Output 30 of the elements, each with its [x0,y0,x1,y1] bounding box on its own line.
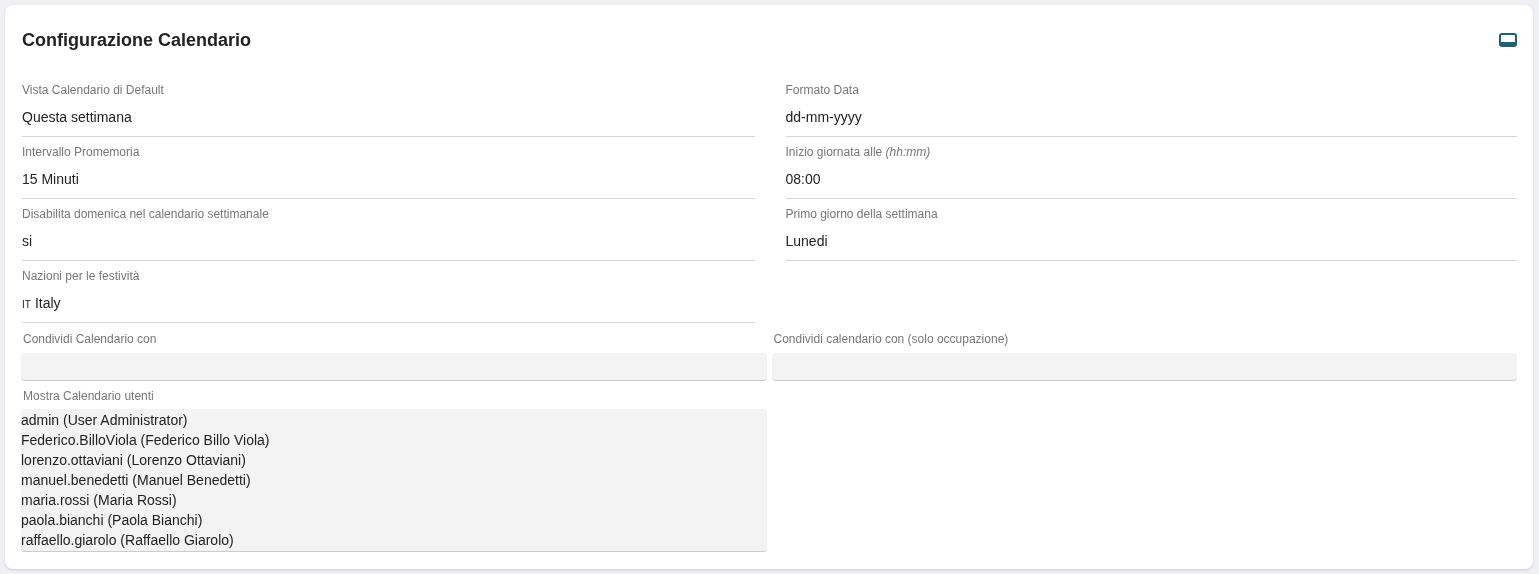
field-label: Condividi Calendario con [23,331,157,348]
field-value[interactable]: 15 Minuti [22,169,755,189]
list-option[interactable]: admin (User Administrator) [21,410,188,430]
field-label: Nazioni per le festività [22,268,140,285]
field-label: Intervallo Promemoria [22,144,140,161]
field-label: Primo giorno della settimana [785,206,938,223]
field-value[interactable]: Questa settimana [22,107,755,127]
list-option[interactable]: lorenzo.ottaviani (Lorenzo Ottaviani) [21,450,246,470]
list-option[interactable]: raffaello.giarolo (Raffaello Giarolo) [21,530,234,550]
field-value[interactable]: Lunedi [785,231,1517,251]
input-field[interactable] [771,353,1517,381]
field-value[interactable]: si [22,231,755,251]
field-label: Disabilita domenica nel calendario settimanale [22,206,269,223]
user-listbox[interactable] [21,409,767,552]
field-label: Mostra Calendario utenti [23,388,154,405]
list-option[interactable]: paola.bianchi (Paola Bianchi) [21,510,203,530]
field-label: Inizio giornata alle (hh:mm) [785,144,931,161]
list-option[interactable]: manuel.benedetti (Manuel Benedetti) [21,470,251,490]
list-option[interactable]: maria.rossi (Maria Rossi) [21,490,177,510]
input-field[interactable] [21,353,767,381]
field-label: Vista Calendario di Default [22,82,164,99]
field-value[interactable]: 08:00 [785,169,1517,189]
panel-title: Configurazione Calendario [22,28,252,52]
field-value[interactable]: dd-mm-yyyy [785,107,1517,127]
monitor-icon[interactable] [1499,33,1517,47]
field-value[interactable]: IT Italy [22,293,755,315]
flag-code: IT [22,298,31,312]
field-label: Condividi calendario con (solo occupazione) [773,331,1009,348]
field-label: Formato Data [785,82,859,99]
list-option[interactable]: Federico.BilloViola (Federico Billo Viola) [21,430,270,450]
